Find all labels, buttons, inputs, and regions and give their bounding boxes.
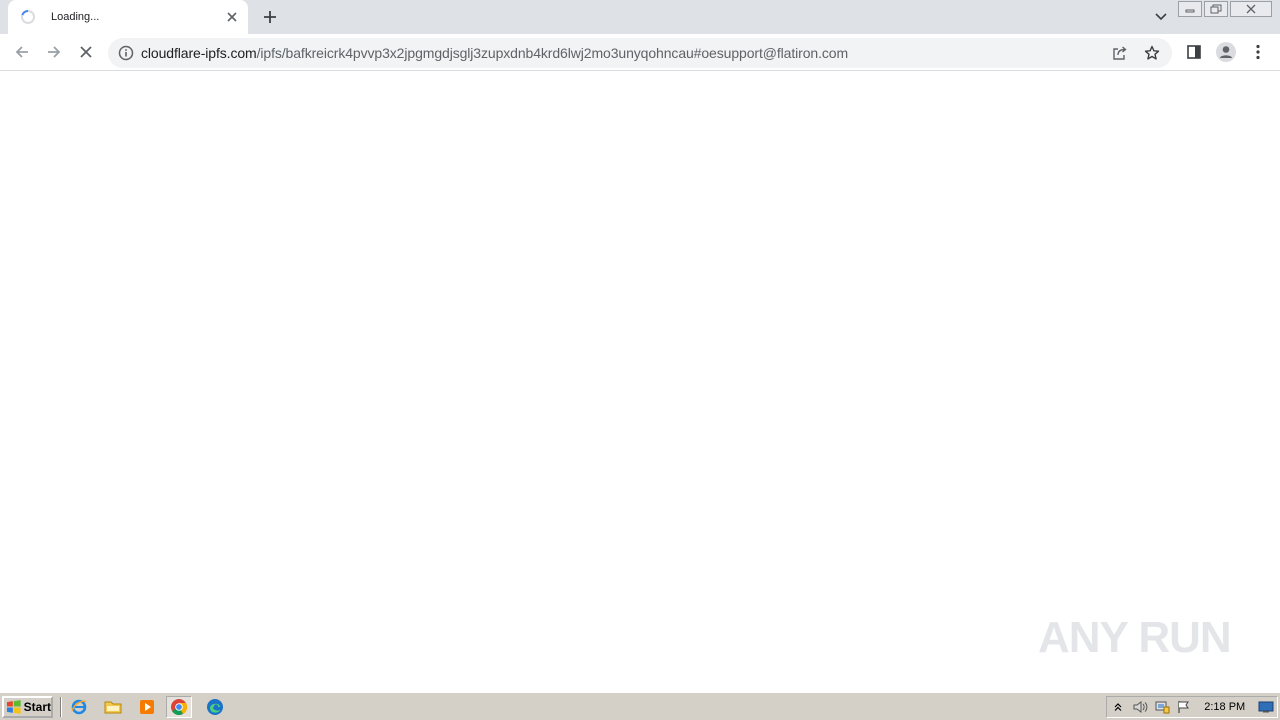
new-tab-button[interactable] — [258, 6, 282, 28]
anyrun-watermark: ANY RUN — [1038, 606, 1232, 670]
browser-toolbar: cloudflare-ipfs.com/ipfs/bafkreicrk4pvvp… — [0, 34, 1280, 71]
window-controls — [1176, 1, 1272, 17]
three-dots-vertical-icon — [1256, 44, 1260, 60]
url-text: cloudflare-ipfs.com/ipfs/bafkreicrk4pvvp… — [141, 45, 848, 61]
windows-logo-icon — [6, 700, 21, 714]
tab-title: Loading... — [51, 11, 100, 23]
url-path: /ipfs/bafkreicrk4pvvp3x2jpgmgdjsglj3zupx… — [256, 45, 849, 61]
chrome-icon[interactable] — [166, 696, 192, 718]
restore-icon — [1210, 4, 1222, 14]
internet-explorer-icon[interactable] — [66, 696, 92, 718]
minimize-icon — [1185, 9, 1195, 13]
chevron-down-icon — [1155, 13, 1167, 21]
info-circle-icon[interactable] — [111, 38, 141, 68]
show-hidden-icons-icon[interactable] — [1107, 697, 1129, 717]
url-host: cloudflare-ipfs.com — [141, 45, 257, 61]
volume-icon[interactable] — [1129, 697, 1151, 717]
stop-loading-button[interactable] — [72, 38, 100, 66]
edge-icon[interactable] — [202, 696, 228, 718]
page-viewport — [0, 72, 1280, 692]
loading-spinner-icon — [20, 9, 36, 25]
media-player-icon[interactable] — [134, 696, 160, 718]
window-close-button[interactable] — [1230, 1, 1272, 17]
menu-button[interactable] — [1244, 38, 1272, 66]
share-icon[interactable] — [1104, 38, 1136, 68]
taskbar-separator — [60, 697, 62, 717]
back-button[interactable] — [8, 38, 36, 66]
watermark-text: ANY RUN — [1038, 613, 1232, 662]
network-icon[interactable] — [1151, 697, 1173, 717]
person-icon — [1216, 42, 1236, 62]
plus-icon — [264, 11, 276, 23]
action-center-flag-icon[interactable] — [1172, 697, 1194, 717]
side-panel-icon — [1187, 45, 1201, 59]
start-label: Start — [23, 700, 51, 714]
taskbar-clock[interactable]: 2:18 PM — [1204, 701, 1245, 713]
address-bar[interactable]: cloudflare-ipfs.com/ipfs/bafkreicrk4pvvp… — [108, 38, 1172, 68]
star-icon[interactable] — [1136, 38, 1168, 68]
show-desktop-icon[interactable] — [1255, 697, 1277, 717]
arrow-left-icon — [15, 46, 28, 58]
taskbar: Start 2:18 PM — [0, 692, 1280, 720]
restore-button[interactable] — [1204, 1, 1228, 17]
close-icon — [80, 46, 92, 58]
side-panel-button[interactable] — [1180, 38, 1208, 66]
folder-icon[interactable] — [100, 696, 126, 718]
browser-tab[interactable]: Loading... — [8, 0, 248, 34]
start-button[interactable]: Start — [2, 696, 53, 718]
close-icon — [1246, 4, 1256, 14]
forward-button[interactable] — [40, 38, 68, 66]
system-tray: 2:18 PM — [1106, 696, 1278, 718]
minimize-button[interactable] — [1178, 1, 1202, 17]
arrow-right-icon — [48, 46, 61, 58]
tab-search-button[interactable] — [1150, 8, 1172, 26]
tab-strip: Loading... — [0, 0, 1280, 34]
tab-close-icon[interactable] — [224, 9, 240, 25]
profile-button[interactable] — [1212, 38, 1240, 66]
